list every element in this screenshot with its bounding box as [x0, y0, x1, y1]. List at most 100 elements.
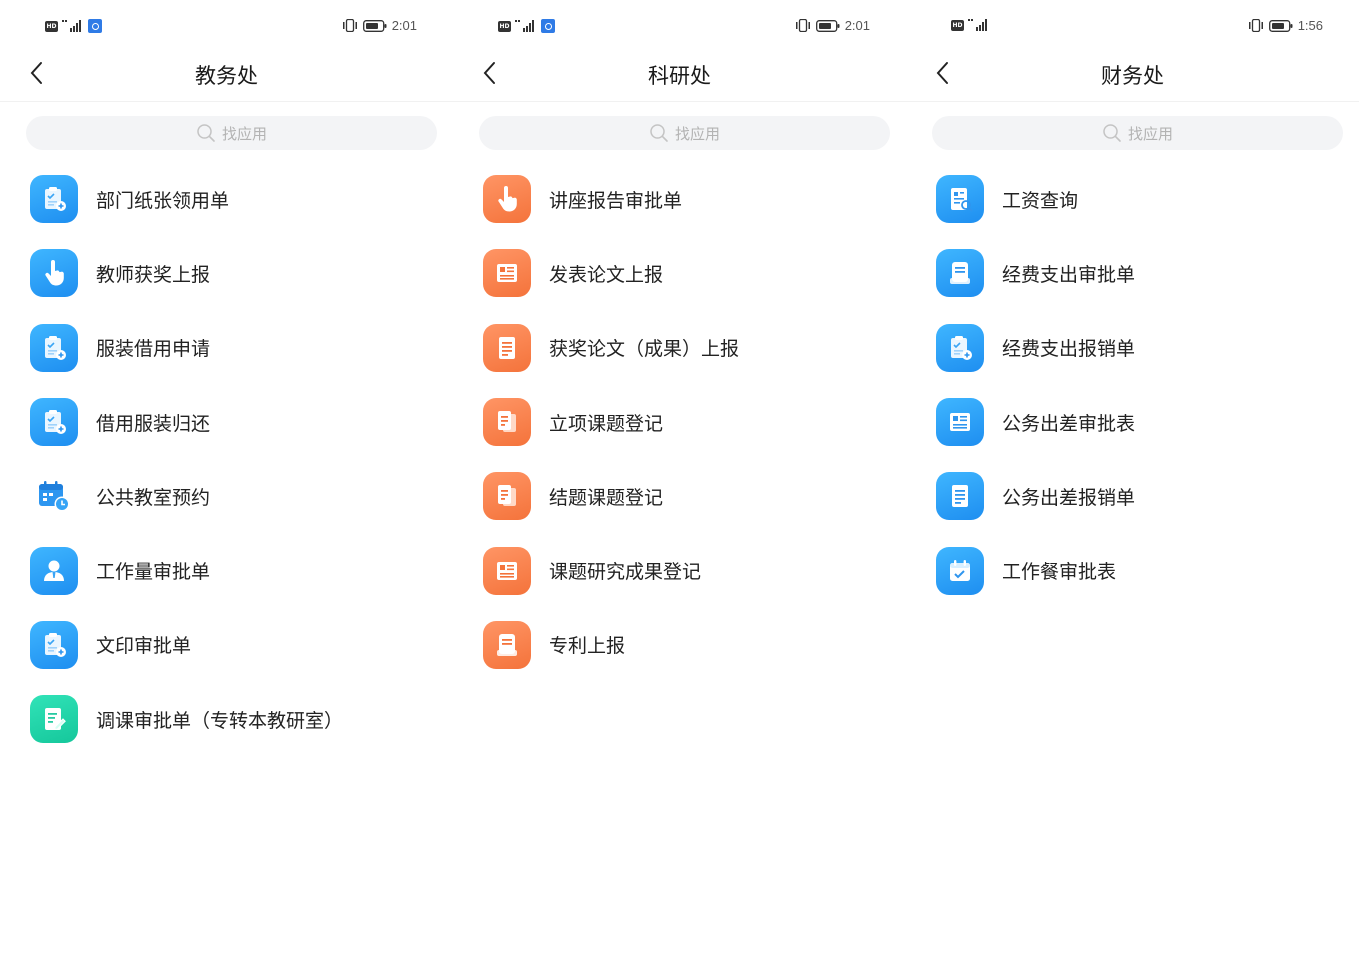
search-input[interactable]: 找应用: [479, 116, 890, 150]
calendar-clock-icon: [30, 472, 78, 520]
hand-tap-icon: [483, 175, 531, 224]
vibrate-icon: [795, 19, 810, 32]
clipboard-document-icon: [30, 323, 78, 372]
app-label: 教师获奖上报: [96, 263, 211, 286]
vpn-icon: [88, 19, 102, 33]
app-label: 调课审批单（专转本教研室）: [96, 709, 344, 732]
app-list-item[interactable]: 讲座报告审批单: [453, 162, 906, 236]
vibrate-icon: [1248, 19, 1263, 32]
app-list-item[interactable]: 课题研究成果登记: [453, 533, 906, 607]
app-label: 课题研究成果登记: [549, 561, 702, 584]
search-icon: [196, 123, 216, 143]
status-bar: HD 1:56: [906, 14, 1359, 40]
app-list-item[interactable]: 经费支出报销单: [906, 311, 1359, 385]
search-placeholder: 找应用: [1127, 124, 1173, 143]
clipboard-document-icon: [30, 620, 78, 669]
app-label: 服装借用申请: [96, 338, 211, 361]
app-list-item[interactable]: 工作量审批单: [0, 533, 453, 607]
app-list-item[interactable]: 立项课题登记: [453, 385, 906, 459]
status-bar: HD 2:01: [0, 14, 453, 40]
app-list-item[interactable]: 公共教室预约: [0, 459, 453, 533]
calendar-check-icon: [936, 546, 984, 595]
page-title: 科研处: [648, 64, 711, 88]
app-list-item[interactable]: 专利上报: [453, 608, 906, 682]
battery-icon: [815, 19, 840, 32]
document-edit-icon: [30, 695, 78, 744]
nav-header: 财务处: [906, 48, 1359, 102]
app-list: 部门纸张领用单 教师获奖上报 服装借用申请 借用服装归还 公共教室预约 工作量审…: [0, 162, 453, 756]
app-list-item[interactable]: 教师获奖上报: [0, 236, 453, 310]
app-list-item[interactable]: 调课审批单（专转本教研室）: [0, 682, 453, 756]
document-lines-icon: [483, 323, 531, 372]
nav-header: 科研处: [453, 48, 906, 102]
app-list-item[interactable]: 公务出差报销单: [906, 459, 1359, 533]
app-list-item[interactable]: 部门纸张领用单: [0, 162, 453, 236]
app-label: 借用服装归还: [96, 412, 211, 435]
app-label: 立项课题登记: [549, 412, 664, 435]
status-right: 1:56: [1248, 18, 1323, 33]
hand-tap-icon: [30, 249, 78, 298]
app-label: 发表论文上报: [549, 263, 664, 286]
signal-strength-icon: [515, 20, 534, 32]
clipboard-document-icon: [30, 398, 78, 447]
hd-badge: HD: [45, 20, 58, 32]
app-list-item[interactable]: 工作餐审批表: [906, 533, 1359, 607]
person-badge-icon: [30, 546, 78, 595]
hd-badge: HD: [951, 19, 964, 31]
search-icon: [649, 123, 669, 143]
app-label: 工作量审批单: [96, 561, 211, 584]
search-input[interactable]: 找应用: [932, 116, 1343, 150]
app-label: 工作餐审批表: [1002, 561, 1117, 584]
app-label: 讲座报告审批单: [549, 189, 683, 212]
vpn-icon: [541, 19, 555, 33]
app-label: 专利上报: [549, 635, 626, 658]
app-list-item[interactable]: 服装借用申请: [0, 311, 453, 385]
page-title: 教务处: [195, 64, 258, 88]
vibrate-icon: [342, 19, 357, 32]
app-list-item[interactable]: 结题课题登记: [453, 459, 906, 533]
hd-badge: HD: [498, 20, 511, 32]
status-left: HD: [498, 19, 555, 33]
app-list-item[interactable]: 公务出差审批表: [906, 385, 1359, 459]
status-right: 2:01: [342, 18, 417, 33]
documents-icon: [483, 398, 531, 447]
search-input[interactable]: 找应用: [26, 116, 437, 150]
stamp-document-icon: [483, 620, 531, 669]
search-placeholder: 找应用: [221, 124, 267, 143]
app-label: 文印审批单: [96, 635, 192, 658]
app-label: 公务出差审批表: [1002, 412, 1136, 435]
battery-icon: [362, 19, 387, 32]
app-label: 结题课题登记: [549, 486, 664, 509]
app-list-item[interactable]: 借用服装归还: [0, 385, 453, 459]
nav-header: 教务处: [0, 48, 453, 102]
app-list: 讲座报告审批单 发表论文上报 获奖论文（成果）上报 立项课题登记 结题课题登记: [453, 162, 906, 682]
app-label: 部门纸张领用单: [96, 189, 230, 212]
app-list-item[interactable]: 获奖论文（成果）上报: [453, 311, 906, 385]
status-left: HD: [45, 19, 102, 33]
app-list-item[interactable]: 经费支出审批单: [906, 236, 1359, 310]
app-label: 经费支出报销单: [1002, 338, 1136, 361]
phone-screen: HD 1:56 财务处 找应用 工资查询 经费支出审批单 经费支出报销单 公务出…: [906, 0, 1359, 980]
app-label: 公务出差报销单: [1002, 486, 1136, 509]
clipboard-document-icon: [936, 323, 984, 372]
search-icon: [1102, 123, 1122, 143]
stamp-document-icon: [936, 249, 984, 298]
app-list-item[interactable]: 工资查询: [906, 162, 1359, 236]
app-label: 获奖论文（成果）上报: [549, 338, 740, 361]
status-left: HD: [951, 19, 990, 31]
signal-strength-icon: [62, 20, 81, 32]
page-title: 财务处: [1101, 64, 1164, 88]
status-time: 1:56: [1297, 18, 1323, 33]
newspaper-icon: [483, 546, 531, 595]
status-right: 2:01: [795, 18, 870, 33]
search-placeholder: 找应用: [674, 124, 720, 143]
app-label: 工资查询: [1002, 189, 1079, 212]
app-list-item[interactable]: 发表论文上报: [453, 236, 906, 310]
app-label: 经费支出审批单: [1002, 263, 1136, 286]
documents-icon: [483, 472, 531, 521]
app-list: 工资查询 经费支出审批单 经费支出报销单 公务出差审批表 公务出差报销单 工作餐…: [906, 162, 1359, 608]
status-time: 2:01: [844, 18, 870, 33]
newspaper-icon: [483, 249, 531, 298]
app-list-item[interactable]: 文印审批单: [0, 608, 453, 682]
status-time: 2:01: [391, 18, 417, 33]
